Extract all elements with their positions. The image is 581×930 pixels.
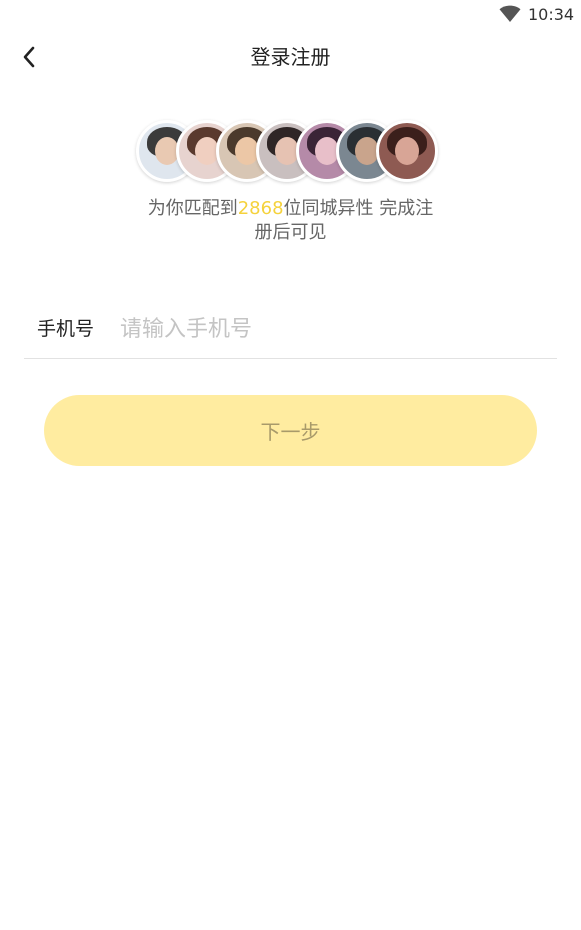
avatar-face bbox=[395, 137, 419, 165]
phone-row: 手机号 bbox=[24, 300, 557, 359]
avatar bbox=[376, 120, 438, 182]
match-prefix: 为你匹配到 bbox=[147, 198, 238, 219]
avatar-row bbox=[136, 120, 446, 182]
match-text: 为你匹配到2868位同城异性 完成注册后可见 bbox=[140, 197, 441, 245]
status-bar: 10:34 bbox=[0, 0, 581, 30]
wifi-icon bbox=[499, 5, 521, 22]
header: 登录注册 bbox=[0, 30, 581, 84]
next-button[interactable]: 下一步 bbox=[44, 395, 537, 466]
match-count: 2868 bbox=[237, 198, 284, 219]
phone-input[interactable] bbox=[120, 312, 540, 346]
page-title: 登录注册 bbox=[250, 45, 331, 69]
phone-label: 手机号 bbox=[37, 318, 95, 340]
status-time: 10:34 bbox=[528, 5, 575, 24]
login-register-screen: 10:34 登录注册 为你匹配到2868位同城异性 完成注册后可见 手机号 下一… bbox=[0, 0, 581, 930]
